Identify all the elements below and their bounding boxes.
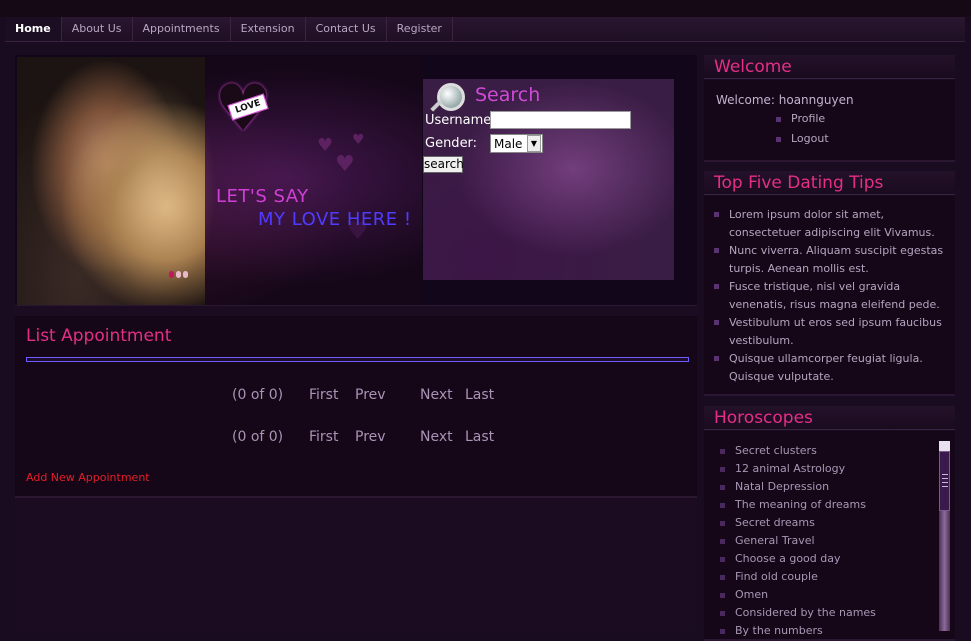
add-appointment-link[interactable]: Add New Appointment bbox=[26, 471, 150, 484]
pager-first[interactable]: First bbox=[309, 429, 338, 445]
horoscope-link[interactable]: Considered by the names bbox=[720, 606, 876, 619]
banner: ♥ LOVE ♥ ♥ ♥ ♥ LET'S SAY MY LOVE HERE ! … bbox=[15, 55, 697, 306]
slider-dot[interactable] bbox=[183, 271, 188, 278]
gender-label: Gender: bbox=[425, 136, 478, 151]
pager-prev[interactable]: Prev bbox=[355, 429, 386, 445]
gender-value: Male bbox=[494, 136, 523, 151]
username-label: Username: bbox=[425, 113, 496, 128]
pager-top: (0 of 0) First Prev Next Last bbox=[15, 387, 697, 407]
horoscope-link[interactable]: Secret dreams bbox=[720, 516, 815, 529]
horoscopes-title: Horoscopes bbox=[704, 406, 955, 430]
slider-dots bbox=[169, 271, 188, 278]
search-panel: Search Username: Gender: Male ▼ search bbox=[423, 79, 674, 280]
slider-dot[interactable] bbox=[176, 271, 181, 278]
pager-next[interactable]: Next bbox=[420, 387, 453, 403]
list-table-empty bbox=[26, 357, 689, 362]
horoscope-link[interactable]: 12 animal Astrology bbox=[720, 462, 845, 475]
pager-first[interactable]: First bbox=[309, 387, 338, 403]
horoscope-link[interactable]: Choose a good day bbox=[720, 552, 841, 565]
horoscope-link[interactable]: General Travel bbox=[720, 534, 815, 547]
nav-extension[interactable]: Extension bbox=[231, 17, 306, 41]
gender-select[interactable]: Male ▼ bbox=[490, 134, 543, 153]
horoscope-link[interactable]: Secret clusters bbox=[720, 444, 817, 457]
horoscope-link[interactable]: Find old couple bbox=[720, 570, 818, 583]
main-content: ♥ LOVE ♥ ♥ ♥ ♥ LET'S SAY MY LOVE HERE ! … bbox=[15, 55, 697, 631]
top-strip bbox=[0, 0, 971, 17]
heart-icon: ♥ bbox=[317, 135, 334, 156]
tip-item: Nunc viverra. Aliquam suscipit egestas t… bbox=[714, 242, 944, 278]
horoscope-link[interactable]: Omen bbox=[720, 588, 768, 601]
horoscope-link[interactable]: The meaning of dreams bbox=[720, 498, 866, 511]
heart-icon: ♥ bbox=[352, 132, 365, 148]
nav-home[interactable]: Home bbox=[5, 17, 62, 41]
scroll-thumb[interactable] bbox=[939, 451, 950, 511]
pager-count: (0 of 0) bbox=[232, 387, 284, 403]
chevron-down-icon[interactable]: ▼ bbox=[527, 135, 541, 152]
pager-next[interactable]: Next bbox=[420, 429, 453, 445]
scroll-up-button[interactable] bbox=[939, 441, 950, 451]
list-title: List Appointment bbox=[26, 326, 172, 346]
heart-icon: ♥ bbox=[335, 152, 355, 177]
logout-link[interactable]: Logout bbox=[776, 132, 829, 145]
tip-item: Fusce tristique, nisl vel gravida venena… bbox=[714, 278, 944, 314]
pager-last[interactable]: Last bbox=[465, 429, 494, 445]
nav-contact-us[interactable]: Contact Us bbox=[306, 17, 387, 41]
main-navigation: Home About Us Appointments Extension Con… bbox=[5, 17, 965, 42]
banner-image: ♥ LOVE ♥ ♥ ♥ ♥ LET'S SAY MY LOVE HERE ! bbox=[17, 57, 422, 305]
nav-about-us[interactable]: About Us bbox=[62, 17, 133, 41]
horoscope-link[interactable]: Natal Depression bbox=[720, 480, 829, 493]
slider-dot[interactable] bbox=[169, 271, 174, 278]
welcome-title: Welcome bbox=[704, 55, 955, 79]
slogan-line-2: MY LOVE HERE ! bbox=[258, 209, 412, 230]
search-button[interactable]: search bbox=[423, 156, 464, 173]
pager-last[interactable]: Last bbox=[465, 387, 494, 403]
photo-glow bbox=[97, 77, 217, 297]
pager-bottom: (0 of 0) First Prev Next Last bbox=[15, 429, 697, 449]
profile-link[interactable]: Profile bbox=[776, 112, 825, 125]
pager-prev[interactable]: Prev bbox=[355, 387, 386, 403]
horoscopes-scrollbar[interactable] bbox=[939, 441, 950, 631]
tip-item: Vestibulum ut eros sed ipsum faucibus ve… bbox=[714, 314, 944, 350]
welcome-widget: Welcome: hoannguyen Profile Logout bbox=[704, 80, 955, 162]
tips-title: Top Five Dating Tips bbox=[704, 171, 955, 195]
search-title: Search bbox=[475, 84, 541, 106]
welcome-text: Welcome: hoannguyen bbox=[716, 93, 854, 107]
pager-count: (0 of 0) bbox=[232, 429, 284, 445]
nav-register[interactable]: Register bbox=[387, 17, 453, 41]
appointment-list: List Appointment (0 of 0) First Prev Nex… bbox=[15, 316, 697, 498]
username-input[interactable] bbox=[490, 111, 631, 129]
horoscopes-widget: Secret clusters 12 animal Astrology Nata… bbox=[704, 431, 955, 641]
magnifier-icon bbox=[437, 83, 465, 111]
tip-item: Lorem ipsum dolor sit amet, consectetuer… bbox=[714, 206, 944, 242]
slogan-line-1: LET'S SAY bbox=[216, 186, 309, 207]
tip-item: Quisque ullamcorper feugiat ligula. Quis… bbox=[714, 350, 944, 386]
tips-widget: Lorem ipsum dolor sit amet, consectetuer… bbox=[704, 196, 955, 396]
nav-appointments[interactable]: Appointments bbox=[133, 17, 231, 41]
